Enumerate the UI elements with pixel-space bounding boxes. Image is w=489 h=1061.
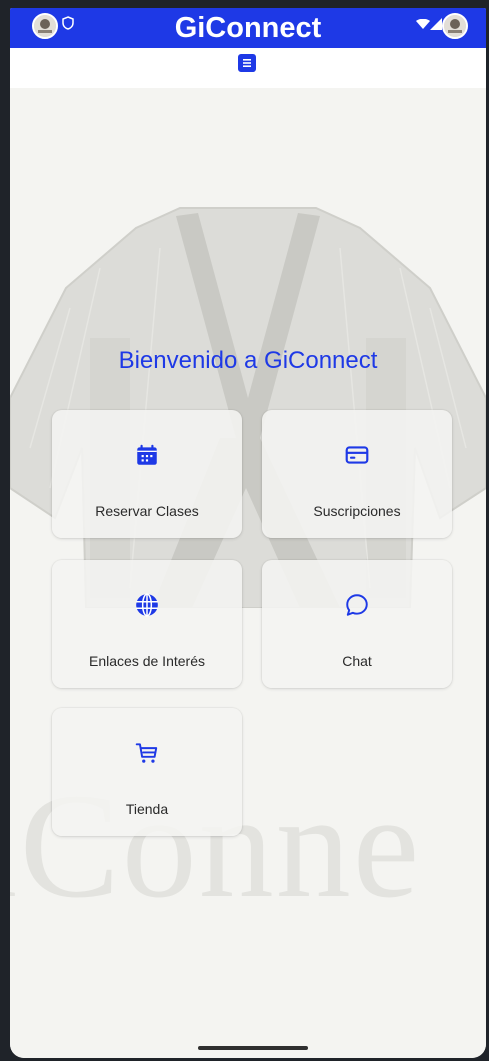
home-indicator[interactable] (198, 1046, 308, 1050)
suscripciones-label: Suscripciones (313, 503, 401, 519)
shopping-cart-icon (135, 743, 158, 763)
chat-card[interactable]: Chat (262, 560, 452, 688)
calendar-icon (137, 444, 157, 465)
globe-icon (136, 593, 158, 617)
menu-icon (243, 59, 251, 67)
enlaces-de-interes-label: Enlaces de Interés (89, 653, 205, 669)
club-logo-right-icon (442, 13, 468, 39)
kimono-background-image (10, 207, 486, 608)
app-bar: GiConnect (10, 8, 486, 48)
suscripciones-card[interactable]: Suscripciones (262, 410, 452, 538)
tienda-label: Tienda (125, 801, 169, 817)
chat-bubble-icon (346, 594, 368, 616)
menu-button[interactable] (238, 54, 256, 72)
credit-card-icon (345, 446, 369, 464)
welcome-heading: Bienvenido a GiConnect (118, 347, 378, 374)
tienda-card[interactable]: Tienda (52, 708, 242, 836)
home-content: iConne Bienvenido a GiConnect Reservar C… (10, 88, 486, 1058)
reservar-clases-label: Reservar Clases (95, 503, 199, 519)
app-title: GiConnect (174, 12, 322, 44)
menu-bar (10, 48, 486, 88)
phone-screen: GiConnect iConne Bienvenido a GiConnect … (10, 8, 486, 1058)
enlaces-de-interes-card[interactable]: Enlaces de Interés (52, 560, 242, 688)
signal-icon (430, 18, 442, 30)
reservar-clases-card[interactable]: Reservar Clases (52, 410, 242, 538)
wifi-icon (416, 19, 430, 29)
chat-label: Chat (342, 653, 372, 669)
